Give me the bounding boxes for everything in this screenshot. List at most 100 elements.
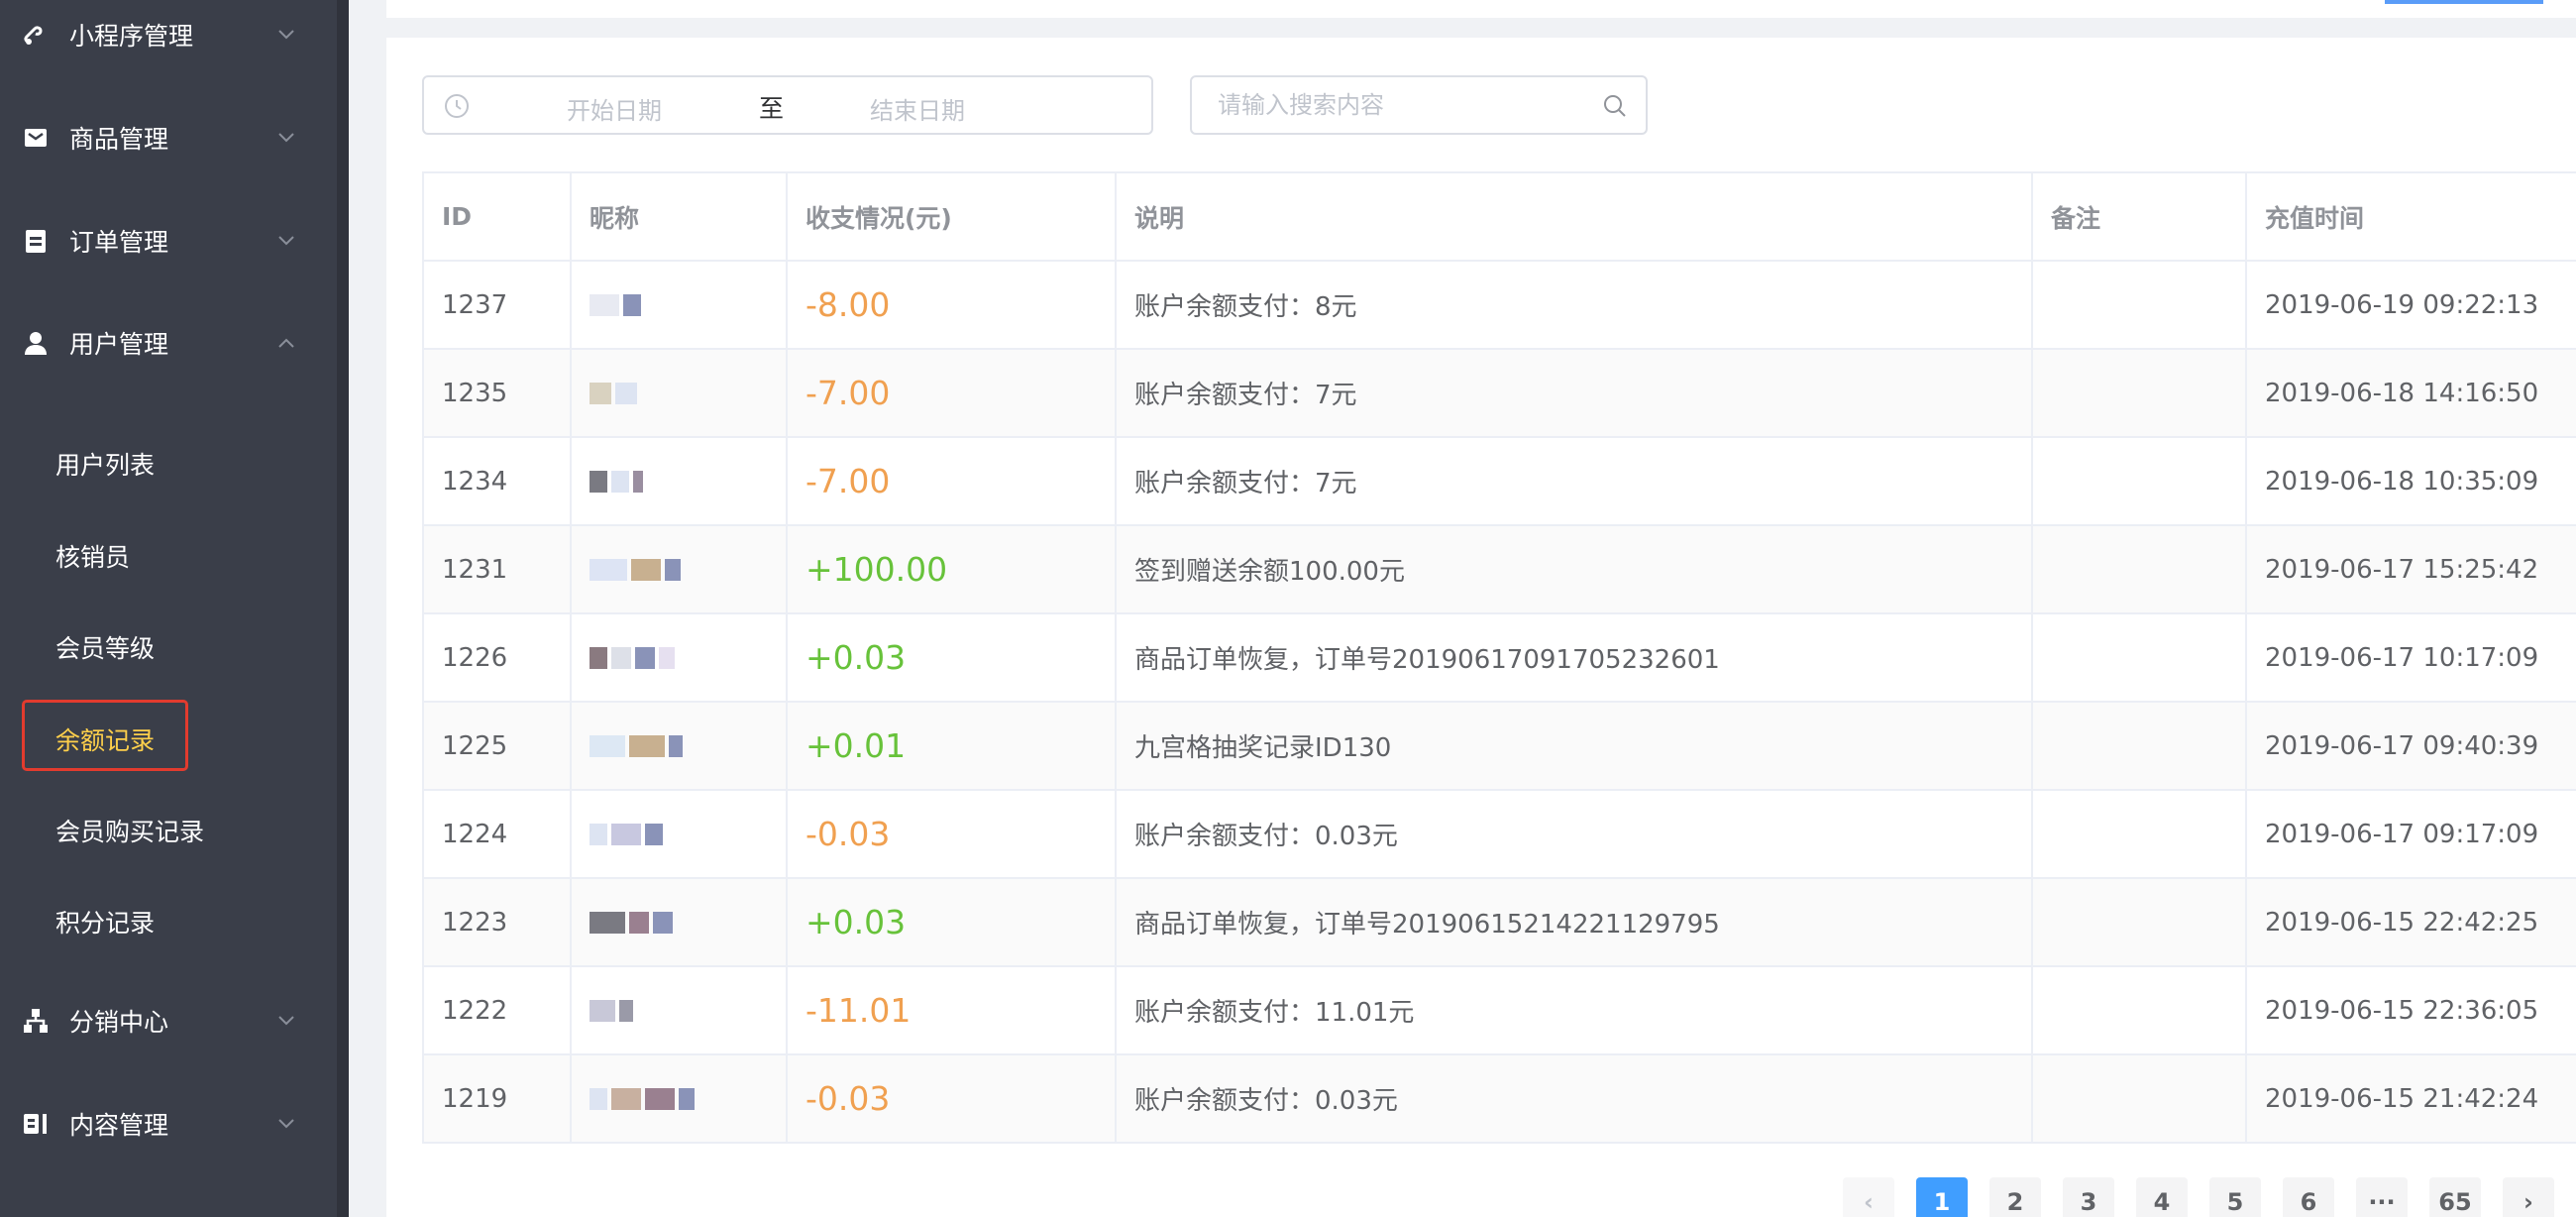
cell-amount: -11.01 [786,965,1117,1055]
sidebar-item-points-record[interactable]: 积分记录 [0,892,337,951]
sidebar-item-label: 积分记录 [55,909,156,938]
sidebar-item-balance-record[interactable]: 余额记录 [0,710,337,769]
more-pages-button[interactable]: ··· [2356,1177,2408,1217]
cell-time: 2019-06-15 22:36:05 [2245,965,2576,1055]
miniapp-icon [22,21,50,49]
prev-page-button[interactable]: ‹ [1843,1177,1894,1217]
table-row[interactable]: 1224 -0.03 账户余额支付：0.03元 2019-06-17 09:17… [422,789,2576,879]
table-row[interactable]: 1223 +0.03 商品订单恢复，订单号2019061521422112979… [422,877,2576,967]
search-icon[interactable] [1602,93,1630,121]
balance-record-table: ID 昵称 收支情况(元) 说明 备注 充值时间 1237 -8.00 账户余额… [422,171,2576,1144]
page-button-4[interactable]: 4 [2136,1177,2188,1217]
table-row[interactable]: 1234 -7.00 账户余额支付：7元 2019-06-18 10:35:09 [422,436,2576,526]
table-row[interactable]: 1222 -11.01 账户余额支付：11.01元 2019-06-15 22:… [422,965,2576,1055]
menu-label: 商品管理 [69,125,169,154]
cell-description: 账户余额支付：7元 [1115,436,2033,526]
page-button-6[interactable]: 6 [2283,1177,2334,1217]
page-button-3[interactable]: 3 [2063,1177,2114,1217]
menu-group-users[interactable]: 用户管理 [0,308,337,378]
chevron-down-icon [273,1111,299,1137]
table-row[interactable]: 1231 +100.00 签到赠送余额100.00元 2019-06-17 15… [422,524,2576,614]
sidebar-item-label: 会员购买记录 [55,818,205,846]
search-input[interactable] [1218,87,1574,123]
menu-group-distribution[interactable]: 分销中心 [0,986,337,1055]
cell-amount: +0.03 [786,612,1117,703]
page-button-last[interactable]: 65 [2429,1177,2481,1217]
content-icon [22,1110,50,1138]
table-row[interactable]: 1225 +0.01 九宫格抽奖记录ID130 2019-06-17 09:40… [422,701,2576,791]
menu-group-goods[interactable]: 商品管理 [0,103,337,172]
cell-description: 商品订单恢复，订单号20190617091705232601 [1115,612,2033,703]
cell-note [2031,348,2247,438]
chevron-down-icon [273,228,299,254]
menu-label: 订单管理 [69,228,169,257]
top-button-edge[interactable] [2385,0,2543,4]
clock-icon [444,93,472,121]
cell-description: 账户余额支付：7元 [1115,348,2033,438]
cell-note [2031,1053,2247,1144]
user-icon [22,329,50,357]
table-row[interactable]: 1219 -0.03 账户余额支付：0.03元 2019-06-15 21:42… [422,1053,2576,1144]
cell-amount: +0.03 [786,877,1117,967]
cell-note [2031,789,2247,879]
cell-nickname-blurred [570,612,788,703]
cell-amount: -0.03 [786,789,1117,879]
cell-description: 账户余额支付：0.03元 [1115,1053,2033,1144]
cell-description: 签到赠送余额100.00元 [1115,524,2033,614]
table-row[interactable]: 1237 -8.00 账户余额支付：8元 2019-06-19 09:22:13 [422,260,2576,350]
cell-time: 2019-06-15 22:42:25 [2245,877,2576,967]
cell-amount: -0.03 [786,1053,1117,1144]
cell-note [2031,524,2247,614]
cell-nickname-blurred [570,436,788,526]
page-button-1[interactable]: 1 [1916,1177,1968,1217]
sidebar-item-verifier[interactable]: 核销员 [0,526,337,586]
column-header-time[interactable]: 充值时间 [2245,171,2576,262]
top-card [386,0,2576,18]
table-row[interactable]: 1226 +0.03 商品订单恢复，订单号2019061709170523260… [422,612,2576,703]
sidebar-item-member-level[interactable]: 会员等级 [0,617,337,677]
cell-nickname-blurred [570,1053,788,1144]
cell-nickname-blurred [570,524,788,614]
page-button-5[interactable]: 5 [2209,1177,2261,1217]
cell-time: 2019-06-15 21:42:24 [2245,1053,2576,1144]
column-header-description[interactable]: 说明 [1115,171,2033,262]
table-row[interactable]: 1235 -7.00 账户余额支付：7元 2019-06-18 14:16:50 [422,348,2576,438]
cell-time: 2019-06-18 10:35:09 [2245,436,2576,526]
cell-id: 1224 [422,789,572,879]
chevron-down-icon [273,1008,299,1034]
cell-amount: +100.00 [786,524,1117,614]
menu-group-orders[interactable]: 订单管理 [0,206,337,276]
page-button-2[interactable]: 2 [1989,1177,2041,1217]
menu-label: 用户管理 [69,330,169,359]
end-date-input[interactable]: 结束日期 [870,91,965,126]
cell-id: 1237 [422,260,572,350]
cell-nickname-blurred [570,701,788,791]
menu-group-content[interactable]: 内容管理 [0,1089,337,1159]
column-header-note[interactable]: 备注 [2031,171,2247,262]
cell-note [2031,436,2247,526]
next-page-button[interactable]: › [2503,1177,2554,1217]
cell-amount: -8.00 [786,260,1117,350]
search-box[interactable] [1190,75,1648,135]
cell-id: 1219 [422,1053,572,1144]
sidebar-item-user-list[interactable]: 用户列表 [0,434,337,494]
menu-label: 内容管理 [69,1111,169,1140]
cell-amount: +0.01 [786,701,1117,791]
sidebar-item-member-purchase[interactable]: 会员购买记录 [0,801,337,860]
cell-description: 账户余额支付：8元 [1115,260,2033,350]
column-header-amount[interactable]: 收支情况(元) [786,171,1117,262]
column-header-nickname[interactable]: 昵称 [570,171,788,262]
cell-amount: -7.00 [786,348,1117,438]
menu-group-miniapp[interactable]: 小程序管理 [0,0,337,69]
cell-description: 商品订单恢复，订单号20190615214221129795 [1115,877,2033,967]
sidebar-item-label: 余额记录 [55,726,156,755]
start-date-input[interactable]: 开始日期 [567,91,662,126]
cell-note [2031,701,2247,791]
cell-time: 2019-06-17 09:40:39 [2245,701,2576,791]
cell-nickname-blurred [570,877,788,967]
date-range-picker[interactable]: 开始日期 至 结束日期 [422,75,1153,135]
sidebar-item-label: 会员等级 [55,634,156,663]
cell-note [2031,877,2247,967]
cell-id: 1226 [422,612,572,703]
column-header-id[interactable]: ID [422,171,572,262]
